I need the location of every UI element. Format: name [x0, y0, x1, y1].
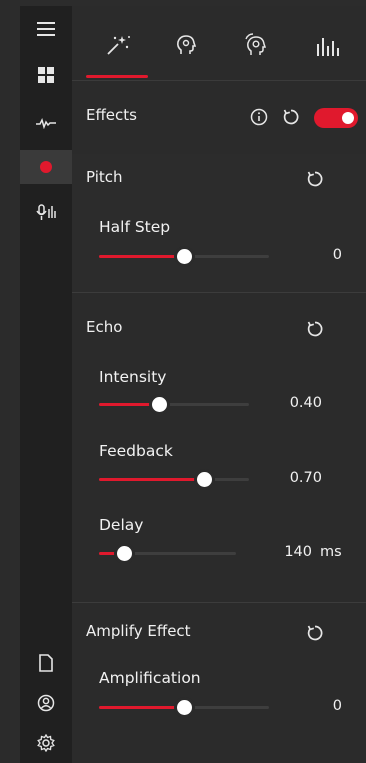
- tab-bar-divider: [72, 80, 366, 81]
- delay-slider-thumb[interactable]: [117, 546, 132, 561]
- effects-reset-button[interactable]: [280, 106, 302, 128]
- tab-voice[interactable]: [164, 26, 208, 66]
- reset-icon: [307, 625, 323, 641]
- amplify-title: Amplify Effect: [86, 622, 191, 640]
- settings-button[interactable]: [20, 726, 72, 760]
- intensity-value: 0.40: [289, 395, 322, 411]
- half-step-slider-thumb[interactable]: [177, 249, 192, 264]
- section-divider: [72, 602, 366, 603]
- dashboard-button[interactable]: [20, 58, 72, 92]
- record-icon: [40, 161, 52, 173]
- delay-slider[interactable]: [99, 546, 236, 561]
- echo-title: Echo: [86, 318, 123, 336]
- tab-effects[interactable]: [96, 26, 140, 66]
- pitch-reset-button[interactable]: [304, 168, 326, 190]
- menu-button[interactable]: [20, 12, 72, 46]
- amplification-slider-thumb[interactable]: [177, 700, 192, 715]
- reset-icon: [307, 171, 323, 187]
- delay-label: Delay: [99, 516, 144, 534]
- voice-loop-icon: [245, 33, 267, 55]
- equalizer-icon: [317, 38, 339, 56]
- half-step-slider-fill: [99, 255, 184, 258]
- feedback-slider-thumb[interactable]: [197, 472, 212, 487]
- tab-bar: [72, 6, 366, 80]
- settings-icon: [37, 734, 55, 752]
- navigation-rail: [20, 6, 72, 763]
- file-button[interactable]: [20, 646, 72, 680]
- file-icon: [39, 654, 53, 672]
- intensity-slider-fill: [99, 403, 159, 406]
- voice-head-icon: [177, 35, 197, 54]
- microphone-settings-icon: [36, 204, 56, 220]
- waveform-button[interactable]: [20, 106, 72, 140]
- tab-equalizer[interactable]: [306, 26, 350, 66]
- reset-icon: [307, 321, 323, 337]
- feedback-value: 0.70: [289, 470, 322, 486]
- intensity-slider[interactable]: [99, 397, 249, 412]
- half-step-value: 0: [332, 247, 342, 263]
- section-divider: [72, 292, 366, 293]
- feedback-slider[interactable]: [99, 472, 249, 487]
- account-icon: [37, 694, 55, 712]
- effects-title: Effects: [86, 106, 137, 124]
- microphone-settings-button[interactable]: [20, 196, 72, 230]
- menu-icon: [37, 22, 55, 36]
- grid-icon: [38, 67, 54, 83]
- feedback-label: Feedback: [99, 442, 173, 460]
- amplify-reset-button[interactable]: [304, 622, 326, 644]
- delay-unit: ms: [320, 544, 342, 560]
- feedback-slider-fill: [99, 478, 204, 481]
- amplification-label: Amplification: [99, 669, 201, 687]
- half-step-slider[interactable]: [99, 249, 269, 264]
- delay-value: 140: [284, 544, 312, 560]
- intensity-label: Intensity: [99, 368, 167, 386]
- tab-voice-loop[interactable]: [234, 26, 278, 66]
- amplification-slider-fill: [99, 706, 184, 709]
- effects-panel: Effects Pitch Half Step 0 Echo Intensity…: [72, 6, 366, 763]
- info-icon: [250, 108, 268, 126]
- amplification-value: 0: [332, 698, 342, 714]
- half-step-label: Half Step: [99, 218, 171, 236]
- magic-wand-icon: [107, 36, 130, 55]
- effects-toggle-knob: [342, 112, 354, 124]
- echo-reset-button[interactable]: [304, 318, 326, 340]
- effects-info-button[interactable]: [248, 106, 270, 128]
- account-button[interactable]: [20, 686, 72, 720]
- reset-icon: [283, 109, 299, 125]
- amplification-slider[interactable]: [99, 700, 269, 715]
- pitch-title: Pitch: [86, 168, 123, 186]
- intensity-slider-thumb[interactable]: [152, 397, 167, 412]
- waveform-icon: [36, 117, 56, 129]
- recorder-button[interactable]: [20, 150, 72, 184]
- effects-toggle[interactable]: [314, 108, 358, 128]
- selected-tab-indicator: [86, 75, 148, 78]
